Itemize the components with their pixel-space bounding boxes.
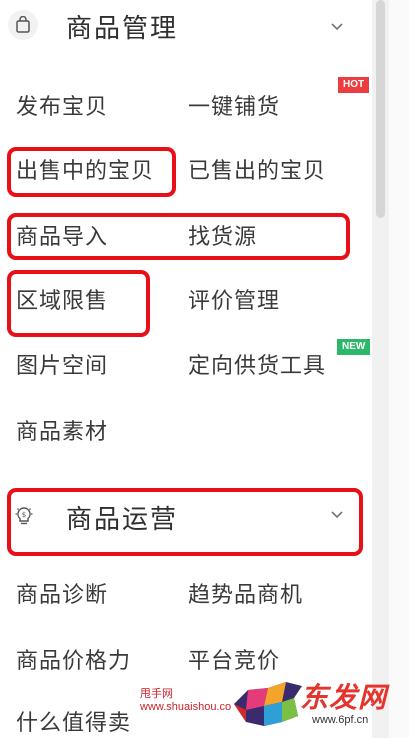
shopping-bag-icon: [8, 10, 38, 40]
lightbulb-dollar-icon: $: [8, 500, 38, 530]
menu-item-image-space[interactable]: 图片空间: [16, 353, 108, 381]
menu-item-worth-selling[interactable]: 什么值得卖: [16, 710, 131, 738]
content-edge: [389, 0, 409, 738]
menu-item-region-limit[interactable]: 区域限售: [16, 288, 108, 316]
section-title: 商品运营: [66, 505, 179, 535]
section-title: 商品管理: [66, 14, 179, 44]
svg-text:$: $: [22, 511, 26, 519]
menu-item-diagnosis[interactable]: 商品诊断: [16, 582, 108, 610]
menu-item-trend-opportunity[interactable]: 趋势品商机: [188, 582, 303, 610]
menu-item-reviews[interactable]: 评价管理: [188, 288, 280, 316]
menu-item-platform-bidding[interactable]: 平台竞价: [188, 648, 280, 676]
watermark-site-name: 甩手网: [140, 688, 173, 700]
menu-item-materials[interactable]: 商品素材: [16, 419, 108, 447]
scrollbar-thumb[interactable]: [376, 0, 385, 218]
menu-item-directed-supply[interactable]: 定向供货工具: [188, 353, 326, 381]
menu-item-on-sale[interactable]: 出售中的宝贝: [16, 158, 154, 186]
new-badge: NEW: [337, 339, 371, 355]
watermark-brand: 东发网: [300, 681, 388, 714]
bull-logo-icon: [234, 682, 302, 726]
menu-item-find-source[interactable]: 找货源: [188, 224, 257, 252]
menu-item-import[interactable]: 商品导入: [16, 224, 108, 252]
watermark-brand-url: www.6pf.cn: [312, 714, 369, 726]
menu-item-publish[interactable]: 发布宝贝: [16, 94, 108, 122]
menu-item-sold[interactable]: 已售出的宝贝: [188, 158, 326, 186]
menu-item-one-click-list[interactable]: 一键铺货: [188, 94, 280, 122]
sidebar-menu-page: 商品管理 发布宝贝 一键铺货 HOT 出售中的宝贝 已售出的宝贝 商品导入 找货…: [0, 0, 409, 738]
chevron-down-icon[interactable]: [330, 508, 344, 522]
section-header-product-operation[interactable]: $ 商品运营: [0, 488, 370, 544]
menu-item-price-power[interactable]: 商品价格力: [16, 648, 131, 676]
section-header-product-management[interactable]: 商品管理: [0, 0, 370, 56]
hot-badge: HOT: [338, 77, 370, 93]
watermark-site-url: www.shuaishou.co: [140, 701, 232, 713]
chevron-down-icon[interactable]: [330, 20, 344, 34]
